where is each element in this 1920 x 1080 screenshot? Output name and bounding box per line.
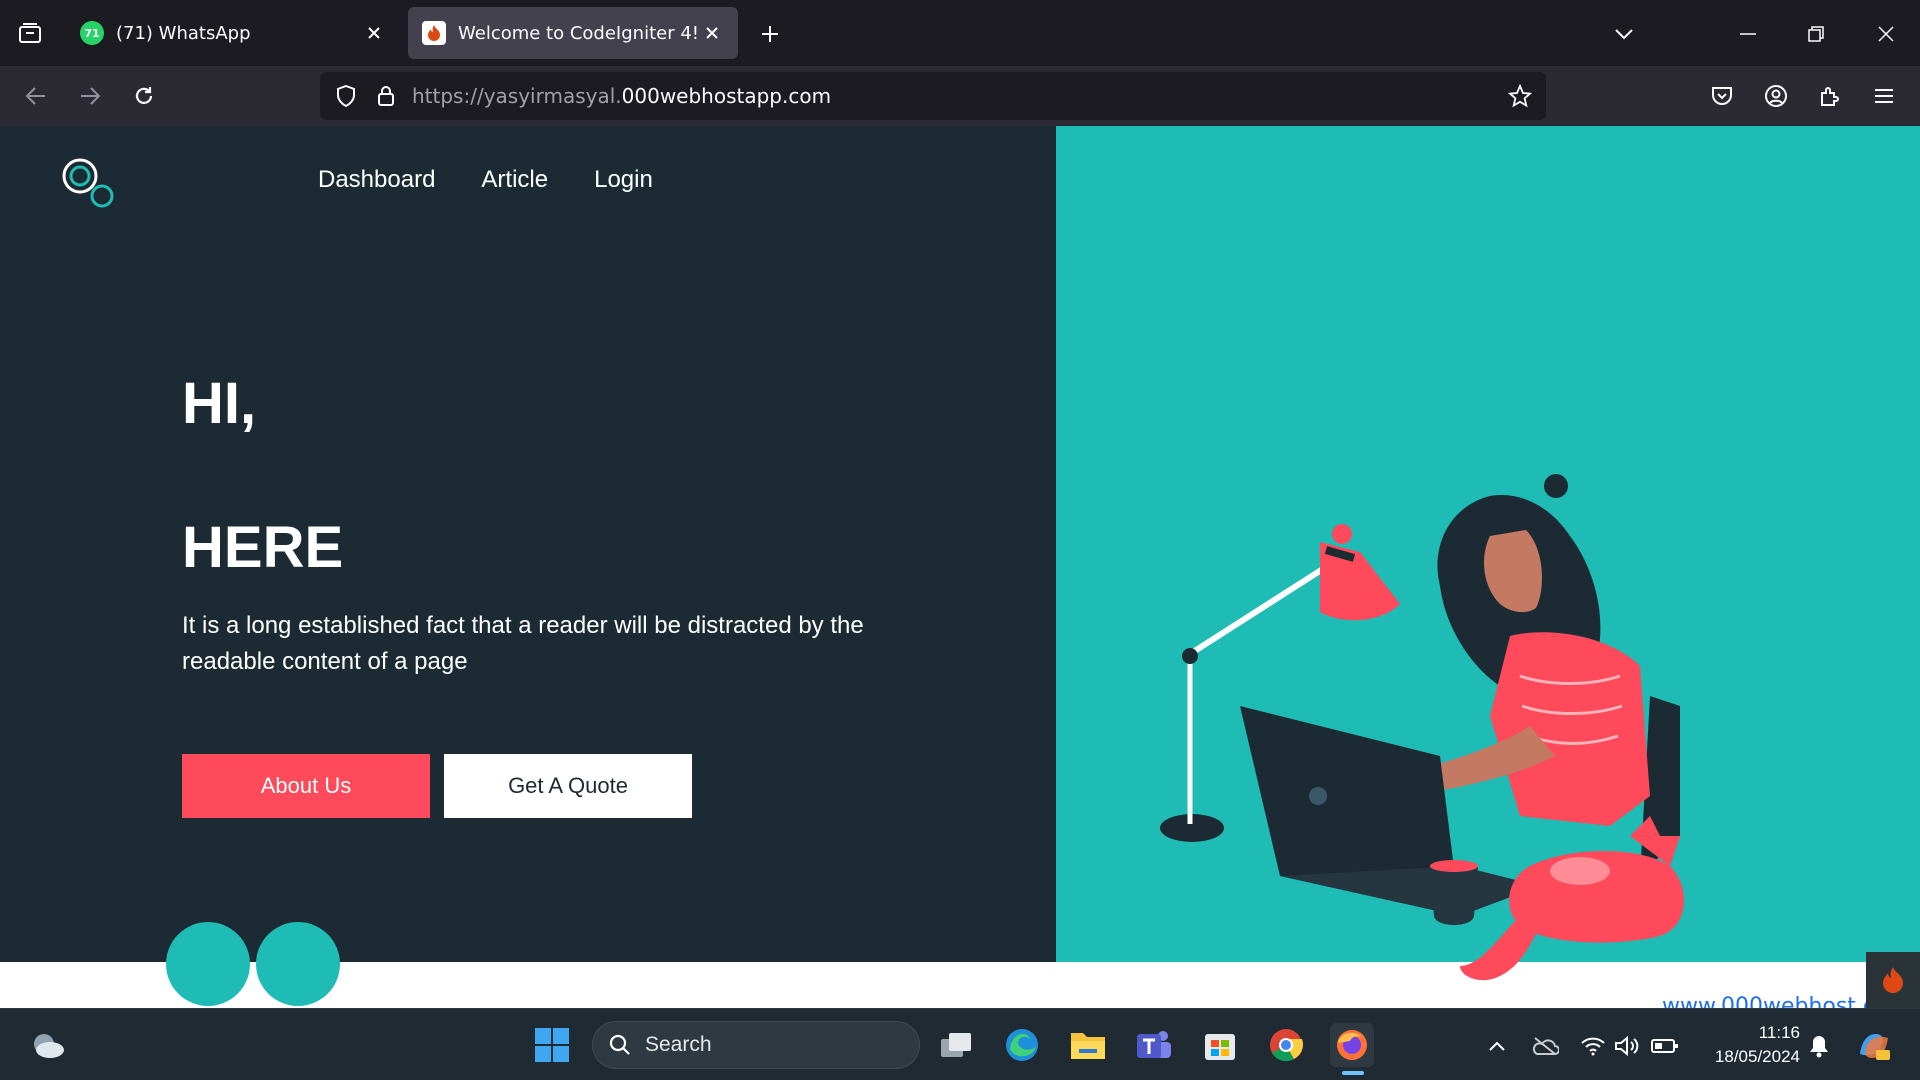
copilot-icon[interactable] [1854,1031,1894,1061]
back-icon[interactable] [16,76,56,116]
tab-list-icon[interactable] [10,14,50,52]
edge-icon[interactable] [1000,1023,1044,1067]
web-page: Dashboard Article Login HI, HERE It is a… [0,126,1920,1008]
nav-article[interactable]: Article [481,166,548,194]
new-tab-button[interactable] [752,16,788,52]
battery-icon[interactable] [1650,1031,1680,1061]
system-clock[interactable]: 11:16 18/05/2024 [1700,1021,1800,1069]
hero-heading-hi: HI, [182,371,257,436]
url-text[interactable]: https://yasyirmasyal.000webhostapp.com [412,84,831,108]
store-icon[interactable] [1198,1023,1242,1067]
taskbar: Search 11:16 18/05/2024 [0,1008,1920,1080]
flame-icon[interactable] [1866,952,1920,1008]
forward-icon[interactable] [70,76,110,116]
close-window-icon[interactable] [1866,14,1906,54]
tab-badge: 71 [84,26,100,40]
reload-icon[interactable] [124,76,164,116]
pocket-icon[interactable] [1702,76,1742,116]
firefox-icon[interactable] [1330,1023,1374,1067]
lock-icon[interactable] [372,82,400,110]
url-prefix: https://yasyirmasyal. [412,84,622,108]
shield-icon[interactable] [332,82,360,110]
hero-section: Dashboard Article Login HI, HERE It is a… [0,126,1056,962]
get-a-quote-button[interactable]: Get A Quote [444,754,692,818]
url-domain: 000webhostapp.com [621,84,832,108]
windows-start-icon[interactable] [530,1023,574,1067]
chevron-up-icon[interactable] [1482,1031,1512,1061]
notification-bell-icon[interactable] [1804,1031,1834,1061]
search-label: Search [645,1033,712,1056]
file-explorer-icon[interactable] [1066,1023,1110,1067]
onedrive-icon[interactable] [1530,1031,1560,1061]
hero-lead-text: It is a long established fact that a rea… [182,612,864,675]
star-icon[interactable] [1506,82,1534,110]
menu-icon[interactable] [1864,76,1904,116]
decorative-circle [256,922,340,1006]
chevron-down-icon[interactable] [1604,14,1644,54]
restore-icon[interactable] [1796,14,1836,54]
tab-title: (71) WhatsApp [116,22,251,44]
nav-login[interactable]: Login [594,166,653,194]
site-nav: Dashboard Article Login [318,166,653,194]
tab-title: Welcome to CodeIgniter 4! [458,22,699,44]
clock-time: 11:16 [1758,1023,1800,1042]
address-bar[interactable]: https://yasyirmasyal.000webhostapp.com [320,72,1546,120]
browser-tab-bar: 71 (71) WhatsApp Welcome to CodeIgniter … [0,0,1920,66]
clock-date: 18/05/2024 [1714,1047,1800,1066]
chrome-icon[interactable] [1264,1023,1308,1067]
hero-illustration [1160,474,1684,981]
hero-heading-here: HERE [182,515,344,580]
extensions-icon[interactable] [1810,76,1850,116]
close-icon[interactable] [362,21,386,45]
decorative-circle [166,922,250,1006]
teams-icon[interactable] [1132,1023,1176,1067]
close-icon[interactable] [700,21,724,45]
about-us-button[interactable]: About Us [182,754,430,818]
whatsapp-icon: 71 [80,21,104,45]
volume-icon[interactable] [1612,1031,1642,1061]
wifi-icon[interactable] [1578,1031,1608,1061]
minimize-icon[interactable] [1728,14,1768,54]
browser-nav-bar: https://yasyirmasyal.000webhostapp.com [0,66,1920,126]
codeigniter-icon [422,21,446,45]
search-icon [609,1034,630,1055]
weather-icon[interactable] [26,1023,70,1067]
task-view-icon[interactable] [934,1023,978,1067]
nav-dashboard[interactable]: Dashboard [318,166,435,194]
site-logo[interactable] [58,154,128,214]
tab-whatsapp[interactable]: 71 (71) WhatsApp [66,7,400,59]
taskbar-search[interactable]: Search [592,1021,920,1069]
account-icon[interactable] [1756,76,1796,116]
tab-codeigniter[interactable]: Welcome to CodeIgniter 4! [408,7,738,59]
active-app-indicator [1342,1071,1364,1075]
